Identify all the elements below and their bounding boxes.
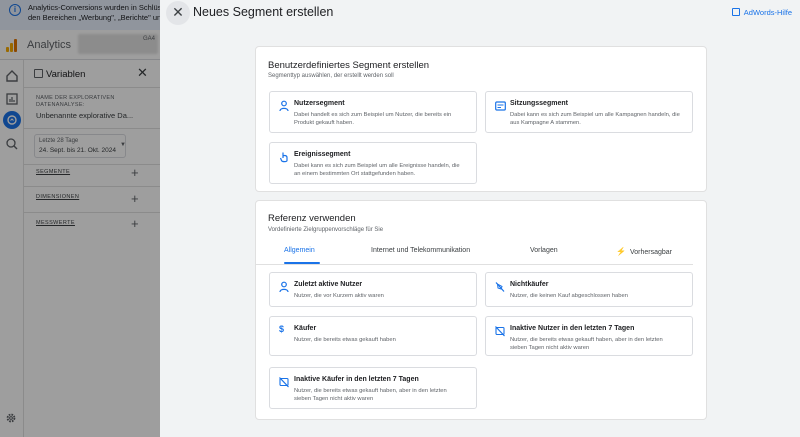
person-icon	[279, 100, 289, 112]
tab-general[interactable]: Allgemein	[284, 247, 315, 254]
help-link-label: AdWords-Hilfe	[743, 8, 792, 17]
dialog-title: Neues Segment erstellen	[193, 5, 334, 19]
custom-segment-card: Benutzerdefiniertes Segment erstellen Se…	[255, 46, 707, 192]
event-segment-option[interactable]: Ereignissegment Dabei kann es sich zum B…	[269, 142, 477, 184]
session-icon	[495, 101, 506, 111]
active-tab-indicator	[284, 262, 320, 264]
dollar-icon: $	[279, 324, 285, 334]
inactive-icon	[279, 377, 289, 388]
event-icon	[279, 152, 288, 163]
tab-predictive-label: Vorhersagbar	[629, 249, 672, 256]
option-title: Inaktive Nutzer in den letzten 7 Tagen	[510, 325, 635, 332]
option-desc-line: Nutzer, die bereits etwas gekauft haben,…	[294, 388, 447, 394]
inactive-purchasers-7-days-option[interactable]: Inaktive Käufer in den letzten 7 Tagen N…	[269, 367, 477, 409]
new-segment-dialog: ✕ Neues Segment erstellen AdWords-Hilfe …	[160, 0, 800, 437]
option-description: Nutzer, die bereits etwas gekauft haben,…	[510, 336, 710, 352]
close-icon: ✕	[172, 4, 184, 20]
option-title: Nichtkäufer	[510, 281, 549, 288]
option-title: Nutzersegment	[294, 100, 345, 107]
tab-internet-telecom[interactable]: Internet und Telekommunikation	[371, 247, 470, 254]
option-desc-line: Dabei kann es sich zum Beispiel um alle …	[510, 112, 680, 118]
session-segment-option[interactable]: Sitzungssegment Dabei kann es sich zum B…	[485, 91, 693, 133]
option-desc-line: Nutzer, die bereits etwas gekauft haben,…	[510, 337, 663, 343]
tab-predictive[interactable]: ⚡ Vorhersagbar	[616, 247, 672, 256]
option-description: Nutzer, die keinen Kauf abgeschlossen ha…	[510, 293, 628, 299]
option-description: Dabei kann es sich zum Beispiel um alle …	[294, 162, 494, 178]
purchasers-option[interactable]: $ Käufer Nutzer, die bereits etwas gekau…	[269, 316, 477, 356]
option-title: Ereignissegment	[294, 151, 351, 158]
dialog-header: ✕ Neues Segment erstellen AdWords-Hilfe	[160, 0, 800, 25]
predictive-sparkle-icon: ⚡	[616, 247, 626, 256]
close-dialog-button[interactable]: ✕	[166, 1, 190, 25]
option-title: Inaktive Käufer in den letzten 7 Tagen	[294, 376, 419, 383]
option-description: Dabei handelt es sich zum Beispiel um Nu…	[294, 111, 494, 127]
option-desc-line: aus Kampagne A stammen.	[510, 120, 581, 126]
option-description: Nutzer, die bereits etwas gekauft haben	[294, 337, 396, 343]
reference-title: Referenz verwenden	[268, 213, 356, 224]
open-external-icon	[731, 8, 740, 16]
no-purchase-icon	[495, 282, 505, 292]
option-desc-line: Dabei kann es sich zum Beispiel um alle …	[294, 163, 460, 169]
tab-divider	[255, 264, 693, 265]
option-desc-line: sieben Tagen nicht aktiv waren	[294, 396, 374, 402]
option-desc-line: Dabei handelt es sich zum Beispiel um Nu…	[294, 112, 452, 118]
option-title: Sitzungssegment	[510, 100, 568, 107]
option-title: Zuletzt aktive Nutzer	[294, 281, 363, 288]
inactive-icon	[495, 326, 505, 337]
user-segment-option[interactable]: Nutzersegment Dabei handelt es sich zum …	[269, 91, 477, 133]
custom-segment-subtitle: Segmenttyp auswählen, der erstellt werde…	[268, 73, 394, 79]
option-description: Dabei kann es sich zum Beispiel um alle …	[510, 111, 710, 127]
tab-templates[interactable]: Vorlagen	[530, 247, 558, 254]
option-title: Käufer	[294, 325, 317, 332]
custom-segment-title: Benutzerdefiniertes Segment erstellen	[268, 60, 430, 71]
option-description: Nutzer, die vor Kurzem aktiv waren	[294, 293, 384, 299]
inactive-users-7-days-option[interactable]: Inaktive Nutzer in den letzten 7 Tagen N…	[485, 316, 693, 356]
option-description: Nutzer, die bereits etwas gekauft haben,…	[294, 387, 494, 403]
reference-subtitle: Vordefinierte Zielgruppenvorschläge für …	[268, 227, 384, 233]
help-link[interactable]: AdWords-Hilfe	[731, 8, 792, 17]
option-desc-line: sieben Tagen nicht aktiv waren	[510, 345, 590, 351]
option-desc-line: Produkt gekauft haben.	[294, 120, 354, 126]
person-icon	[279, 281, 289, 293]
option-desc-line: an einem bestimmten Ort stattgefunden ha…	[294, 171, 416, 177]
non-purchasers-option[interactable]: Nichtkäufer Nutzer, die keinen Kauf abge…	[485, 272, 693, 307]
recently-active-users-option[interactable]: Zuletzt aktive Nutzer Nutzer, die vor Ku…	[269, 272, 477, 307]
